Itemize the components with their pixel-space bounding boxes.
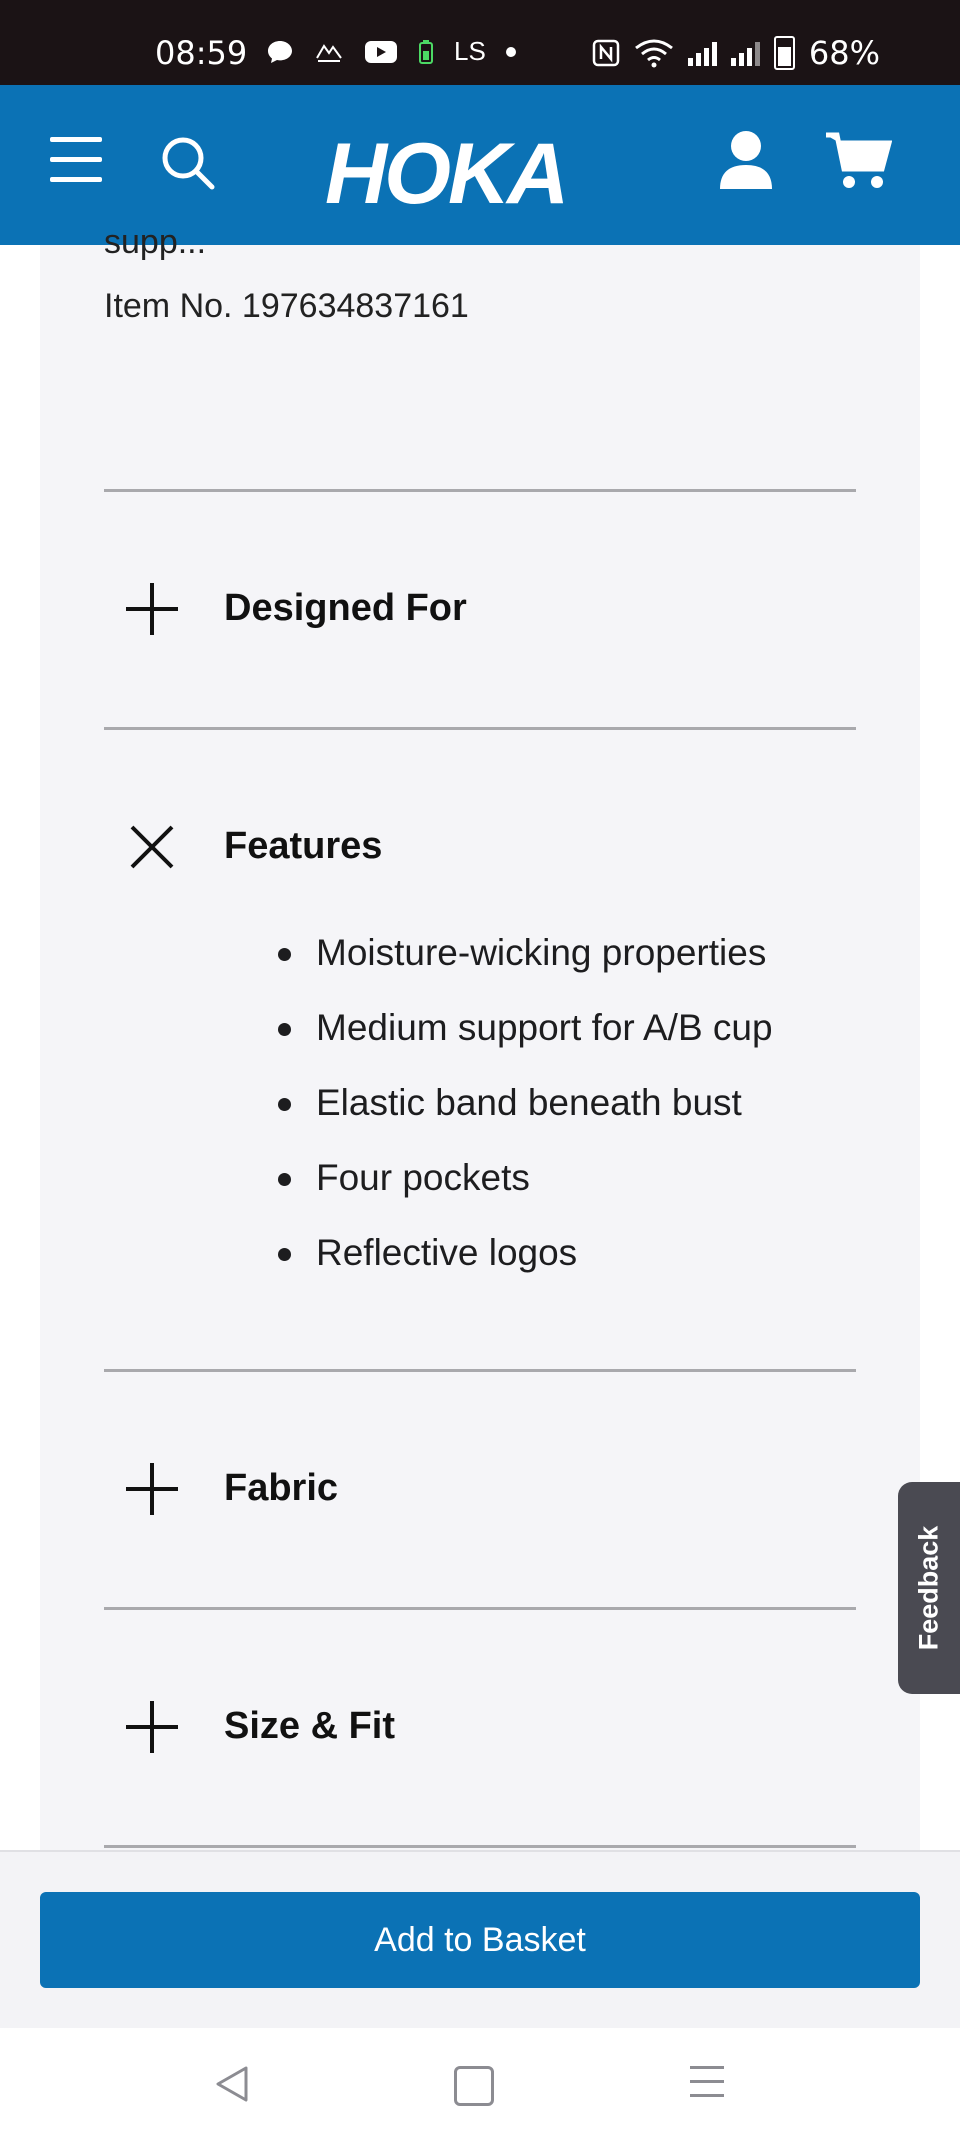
signal-icon (687, 40, 717, 66)
list-item: Moisture-wicking properties (278, 925, 773, 1000)
nfc-icon (592, 39, 620, 67)
divider (104, 1607, 856, 1610)
sticky-footer: Add to Basket (0, 1850, 960, 2030)
add-to-basket-button[interactable]: Add to Basket (40, 1892, 920, 1988)
notification-icons: LS (266, 36, 516, 67)
status-bar: 08:59 LS 68% (0, 0, 960, 85)
truncated-text: supp... (104, 223, 207, 261)
accordion-title: Fabric (224, 1467, 339, 1509)
home-icon[interactable] (454, 2066, 494, 2106)
divider (104, 1369, 856, 1372)
back-icon[interactable] (214, 2064, 250, 2104)
battery-saver-icon (419, 39, 433, 64)
list-item: Elastic band beneath bust (278, 1075, 773, 1150)
plus-icon (126, 1701, 178, 1753)
avarn-app-icon (316, 43, 342, 62)
list-item: Four pockets (278, 1150, 773, 1225)
cart-icon[interactable] (824, 129, 892, 191)
divider (104, 489, 856, 492)
feedback-tab[interactable]: Feedback (898, 1482, 960, 1694)
accordion-features[interactable]: Features (104, 787, 856, 907)
item-number: Item No. 197634837161 (104, 287, 469, 325)
list-item: Reflective logos (278, 1225, 773, 1300)
accordion-title: Designed For (224, 587, 467, 629)
signal-icon (730, 40, 760, 66)
divider (104, 727, 856, 730)
system-icons: 68% (592, 34, 880, 72)
status-time: 08:59 (155, 34, 248, 72)
features-list: Moisture-wicking properties Medium suppo… (278, 925, 773, 1300)
divider (104, 1845, 856, 1848)
accordion-size-fit[interactable]: Size & Fit (104, 1667, 856, 1787)
ls-app-icon: LS (454, 36, 486, 66)
accordion-title: Size & Fit (224, 1705, 396, 1747)
product-details-panel: supp... Item No. 197634837161 Designed F… (40, 223, 920, 1850)
list-item: Medium support for A/B cup (278, 1000, 773, 1075)
feedback-label: Feedback (913, 1525, 944, 1651)
site-header: HOKA (0, 85, 960, 245)
menu-icon[interactable] (50, 137, 102, 183)
battery-percent: 68% (808, 34, 880, 72)
search-icon[interactable] (158, 133, 218, 193)
dot-icon (505, 46, 516, 57)
android-nav-bar (0, 2028, 960, 2144)
accordion-designed-for[interactable]: Designed For (104, 549, 856, 669)
youtube-icon (365, 40, 397, 63)
accordion-fabric[interactable]: Fabric (104, 1429, 856, 1549)
wifi-icon (634, 39, 673, 68)
accordion-title: Features (224, 825, 383, 867)
chat-bubble-icon (268, 40, 292, 63)
battery-icon (773, 36, 795, 70)
plus-icon (126, 583, 178, 635)
plus-icon (126, 1463, 178, 1515)
recents-icon[interactable] (690, 2066, 724, 2108)
account-icon[interactable] (718, 129, 774, 191)
hoka-logo[interactable]: HOKA (325, 125, 569, 224)
close-icon (130, 825, 174, 869)
